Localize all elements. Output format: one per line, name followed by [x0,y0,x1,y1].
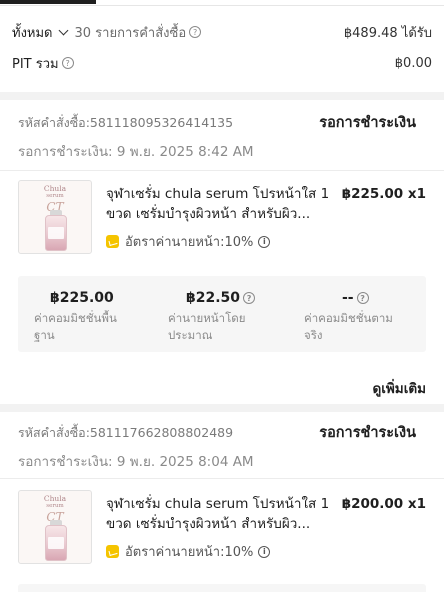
summary-row-pit: PIT รวม ? ฿0.00 [12,49,432,77]
base-commission: ฿225.00 ค่าคอมมิชชั่นพื้นฐาน [34,290,154,344]
thumbnail-brand-sub: serum [46,503,64,509]
product-title[interactable]: จุฬาเซรั่ม chula serum โปรหน้าใส 1 ขวด เ… [106,184,342,224]
help-icon[interactable]: ? [243,292,256,304]
thumbnail-brand: Chula [43,184,67,193]
pit-value: ฿0.00 [394,55,432,71]
product-title[interactable]: จุฬาเซรั่ม chula serum โปรหน้าใส 1 ขวด เ… [106,494,342,534]
section-gap [0,404,444,412]
base-commission-value: ฿225.00 [50,290,114,306]
info-icon[interactable]: i [258,235,271,248]
thumbnail-brand-sub: serum [46,193,64,199]
orders-count: 30 รายการคำสั่งซื้อ [74,25,187,41]
divider [0,478,444,479]
info-icon[interactable]: i [258,545,271,558]
filter-label[interactable]: ทั้งหมด [12,22,53,43]
chevron-down-icon[interactable] [58,25,68,35]
earned-amount: ฿489.48 ได้รับ [343,25,432,41]
order-card[interactable]: รหัสคำสั่งซื้อ:581118095326414135 รอการช… [0,100,444,404]
estimated-commission-label: ค่านายหน้าโดยประมาณ [168,311,246,342]
product-thumbnail[interactable]: Chula serum CT [18,180,92,254]
see-more-link[interactable]: ดูเพิ่มเติม [373,377,426,399]
bottle-label [48,227,64,239]
base-commission-label: ค่าคอมมิชชั่นพื้นฐาน [34,311,117,342]
help-icon[interactable]: ? [189,26,202,38]
estimated-commission: ฿22.50 ? ค่านายหน้าโดยประมาณ [168,290,288,344]
commission-rate: อัตราค่านายหน้า:10% [125,545,254,560]
active-tab-indicator [0,0,96,4]
order-card[interactable]: รหัสคำสั่งซื้อ:581117662808802489 รอการช… [0,412,444,592]
tab-underline [0,0,444,7]
bottle-label [48,537,64,549]
commission-rate-row: อัตราค่านายหน้า:10% i [106,541,271,562]
commission-rate-row: อัตราค่านายหน้า:10% i [106,231,271,252]
divider [0,170,444,171]
help-icon[interactable]: ? [61,57,74,69]
thumbnail-brand: Chula [43,494,67,503]
divider [0,5,444,6]
section-gap [0,92,444,100]
commission-breakdown [18,584,426,592]
commission-rate: อัตราค่านายหน้า:10% [125,235,254,250]
actual-commission: -- ? ค่าคอมมิชชั่นตามจริง [304,290,424,344]
orders-summary: ทั้งหมด 30 รายการคำสั่งซื้อ ? ฿489.48 ได… [0,8,444,92]
status-filter-dropdown[interactable]: ทั้งหมด [12,22,75,43]
pit-label: PIT รวม [12,56,59,72]
summary-row-orders: ทั้งหมด 30 รายการคำสั่งซื้อ ? ฿489.48 ได… [12,18,432,46]
product-price-qty: ฿200.00 x1 [341,496,426,512]
coin-icon [106,235,119,248]
order-status: รอการชำระเงิน [319,115,416,131]
product-price-qty: ฿225.00 x1 [341,186,426,202]
estimated-commission-value: ฿22.50 [186,290,241,306]
payment-time: รอการชำระเงิน: 9 พ.ย. 2025 8:42 AM [18,144,254,160]
payment-time: รอการชำระเงิน: 9 พ.ย. 2025 8:04 AM [18,454,254,470]
product-thumbnail[interactable]: Chula serum CT [18,490,92,564]
order-status: รอการชำระเงิน [319,425,416,441]
commission-breakdown: ฿225.00 ค่าคอมมิชชั่นพื้นฐาน ฿22.50 ? ค่… [18,276,426,352]
order-id: รหัสคำสั่งซื้อ:581118095326414135 [18,115,234,130]
coin-icon [106,545,119,558]
actual-commission-label: ค่าคอมมิชชั่นตามจริง [304,311,393,342]
actual-commission-value: -- [342,290,354,306]
help-icon[interactable]: ? [356,292,369,304]
order-id: รหัสคำสั่งซื้อ:581117662808802489 [18,425,234,440]
